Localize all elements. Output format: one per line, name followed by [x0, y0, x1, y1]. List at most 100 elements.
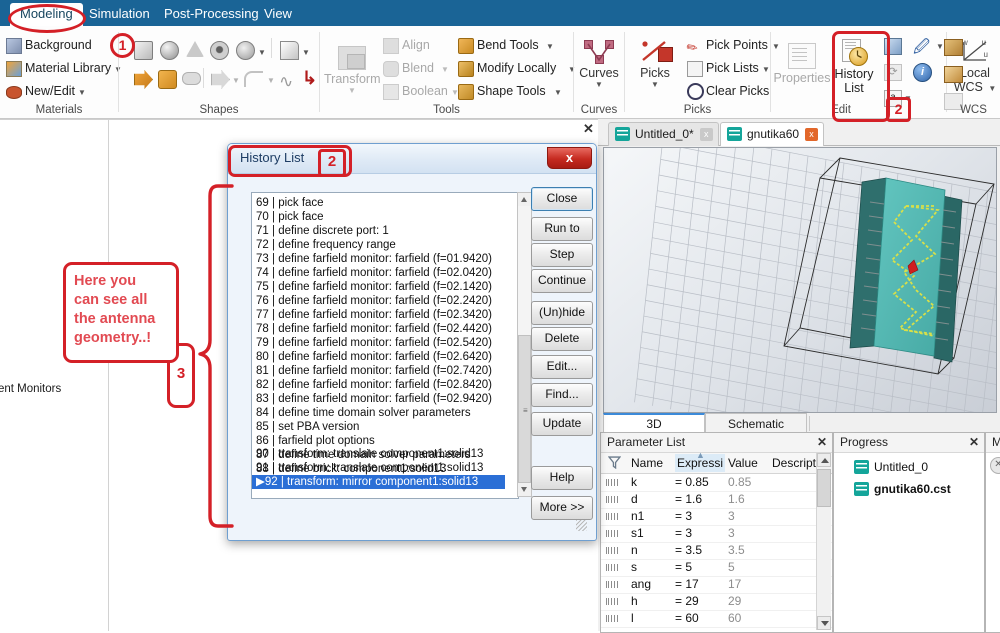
list-item[interactable]: 85 | set PBA version: [256, 420, 359, 434]
chevron-down-icon[interactable]: ▼: [554, 83, 562, 103]
list-item[interactable]: 89 | transform: rotate component1:solid1…: [256, 476, 469, 490]
step-button[interactable]: Step: [531, 243, 593, 267]
list-item[interactable]: 84 | define time domain solver parameter…: [256, 406, 471, 420]
tree-item[interactable]: d Current Monitors: [0, 383, 61, 395]
torus-icon[interactable]: [236, 41, 255, 60]
ribbon-tab-simulation[interactable]: Simulation: [79, 3, 160, 26]
scroll-down-button[interactable]: [518, 483, 531, 496]
align-wcs-icon[interactable]: [944, 39, 963, 56]
list-item[interactable]: 79 | define farfield monitor: farfield (…: [256, 336, 492, 350]
close-icon[interactable]: x: [805, 128, 819, 141]
table-row[interactable]: ang = 17 17: [601, 576, 832, 594]
list-item[interactable]: 82 | define farfield monitor: farfield (…: [256, 378, 492, 392]
list-item[interactable]: 70 | pick face: [256, 210, 324, 224]
list-item[interactable]: 81 | define farfield monitor: farfield (…: [256, 364, 492, 378]
list-item[interactable]: 78 | define farfield monitor: farfield (…: [256, 322, 492, 336]
project-item-untitled[interactable]: Untitled_0: [854, 459, 928, 476]
brick-icon[interactable]: [134, 41, 153, 60]
list-item[interactable]: 80 | define farfield monitor: farfield (…: [256, 350, 492, 364]
run-to-button[interactable]: Run to: [531, 217, 593, 241]
curves-button[interactable]: Curves ▼: [571, 36, 627, 89]
close-icon[interactable]: x: [547, 147, 592, 169]
delete-button[interactable]: Delete: [531, 327, 593, 351]
picks-button[interactable]: Picks ▼: [627, 36, 683, 89]
list-item[interactable]: 75 | define farfield monitor: farfield (…: [256, 280, 492, 294]
document-tab-gnutika60[interactable]: gnutika60 x: [720, 122, 825, 146]
sphere-icon[interactable]: [160, 41, 179, 60]
column-header-value[interactable]: Value: [728, 454, 758, 472]
chevron-down-icon[interactable]: ▼: [988, 84, 996, 93]
resize-grip-icon[interactable]: [576, 520, 587, 531]
table-row[interactable]: d = 1.6 1.6: [601, 491, 832, 509]
list-item[interactable]: 74 | define farfield monitor: farfield (…: [256, 266, 492, 280]
chevron-down-icon[interactable]: ▼: [936, 42, 944, 51]
ribbon-tab-post-processing[interactable]: Post-Processing: [154, 3, 269, 26]
info-icon[interactable]: i: [913, 63, 932, 82]
list-item[interactable]: 76 | define farfield monitor: farfield (…: [256, 294, 492, 308]
close-icon[interactable]: ✕: [817, 435, 827, 449]
cylinder-icon[interactable]: [210, 41, 229, 60]
extrude-curve-icon[interactable]: [134, 70, 153, 89]
unhide-button[interactable]: (Un)hide: [531, 301, 593, 325]
close-button[interactable]: Close: [531, 187, 593, 211]
help-button[interactable]: Help: [531, 466, 593, 490]
transform-wcs-icon[interactable]: [944, 66, 963, 83]
continue-button[interactable]: Continue: [531, 269, 593, 293]
more-button[interactable]: More >>: [531, 496, 593, 520]
list-item[interactable]: 83 | define farfield monitor: farfield (…: [256, 392, 492, 406]
caret-down-icon: [821, 621, 829, 626]
list-item[interactable]: 72 | define frequency range: [256, 238, 396, 252]
rotate-curve-icon[interactable]: [158, 70, 177, 89]
find-button[interactable]: Find...: [531, 383, 593, 407]
list-item[interactable]: 86 | farfield plot options: [256, 434, 375, 448]
close-icon[interactable]: x: [699, 128, 713, 141]
extrude-icon[interactable]: [280, 41, 299, 60]
chevron-down-icon[interactable]: ▼: [546, 37, 554, 57]
ribbon-tab-view[interactable]: View: [254, 3, 302, 26]
column-header-name[interactable]: Name: [631, 454, 663, 472]
chevron-down-icon[interactable]: ▼: [258, 48, 266, 57]
filter-icon[interactable]: [608, 456, 621, 469]
close-icon[interactable]: ✕: [969, 435, 979, 449]
scrollbar-thumb[interactable]: [817, 469, 831, 507]
chevron-down-icon[interactable]: ▼: [302, 48, 310, 57]
chevron-down-icon[interactable]: ▼: [627, 80, 683, 89]
list-item[interactable]: 69 | pick face: [256, 196, 324, 210]
table-row[interactable]: s = 5 5: [601, 559, 832, 577]
history-entry-list[interactable]: 69 | pick face 70 | pick face 71 | defin…: [251, 192, 519, 499]
3d-viewport[interactable]: [603, 147, 997, 413]
close-document-icon[interactable]: ✕: [583, 121, 594, 137]
chevron-down-icon[interactable]: ▼: [762, 60, 770, 80]
table-row[interactable]: n = 3.5 3.5: [601, 542, 832, 560]
table-row[interactable]: l = 60 60: [601, 610, 832, 628]
scroll-up-button[interactable]: [518, 193, 531, 206]
history-list-dialog[interactable]: History List x 69 | pick face 70 | pick …: [227, 143, 597, 541]
clear-messages-icon[interactable]: ✕: [990, 457, 1000, 474]
list-item[interactable]: 87 | define time domain solver parameter…: [256, 448, 471, 462]
list-item[interactable]: 88 | define brick: component1:solid13: [256, 462, 446, 476]
project-item-gnutika60[interactable]: gnutika60.cst: [854, 481, 951, 498]
update-button[interactable]: Update: [531, 412, 593, 436]
curve-wire-icon[interactable]: ↳: [302, 69, 317, 87]
table-row[interactable]: n1 = 3 3: [601, 508, 832, 526]
navigation-tree-panel[interactable]: s nts ments e rces es ignals ors d Curre…: [0, 119, 109, 631]
table-row[interactable]: k = 0.85 0.85: [601, 474, 832, 492]
list-item[interactable]: 73 | define farfield monitor: farfield (…: [256, 252, 492, 266]
table-row[interactable]: h = 29 29: [601, 593, 832, 611]
chevron-down-icon[interactable]: ▼: [78, 83, 86, 103]
cone-icon[interactable]: [186, 41, 204, 57]
document-tab-untitled[interactable]: Untitled_0* x: [608, 122, 719, 146]
list-item[interactable]: 77 | define farfield monitor: farfield (…: [256, 308, 492, 322]
annotation-tool-icon[interactable]: 🖉: [913, 36, 930, 63]
chevron-down-icon[interactable]: ▼: [571, 80, 627, 89]
history-list-scrollbar[interactable]: ≡: [517, 192, 532, 497]
table-row[interactable]: s1 = 3 3: [601, 525, 832, 543]
list-item[interactable]: 71 | define discrete port: 1: [256, 224, 389, 238]
scroll-up-button[interactable]: [817, 453, 831, 467]
edit-button[interactable]: Edit...: [531, 355, 593, 379]
scrollbar-thumb[interactable]: ≡: [518, 335, 531, 483]
scroll-down-button[interactable]: [817, 616, 831, 630]
column-header-description[interactable]: Descript: [772, 454, 816, 472]
parameter-list-scrollbar[interactable]: [816, 453, 831, 630]
wire-icon[interactable]: ∿: [279, 73, 293, 90]
